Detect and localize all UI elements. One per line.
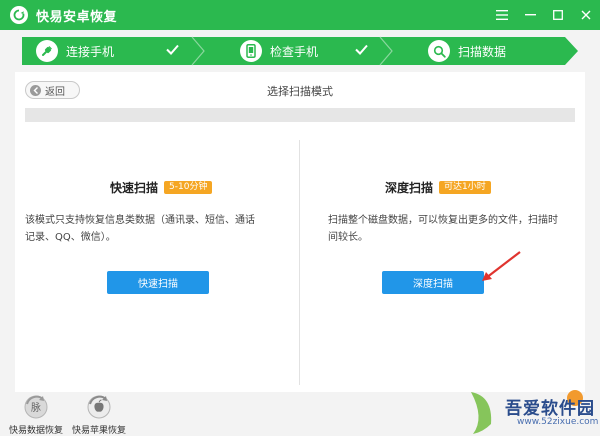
close-icon <box>581 10 591 20</box>
steps-bar: 连接手机 检查手机 扫描数据 <box>0 30 600 72</box>
deep-scan-desc-line: 间较长。 <box>328 232 368 243</box>
minimize-icon <box>524 14 536 16</box>
usb-plug-icon <box>36 40 58 62</box>
close-button[interactable] <box>572 0 600 30</box>
apple-recovery-label: 快易苹果恢复 <box>71 426 126 436</box>
deep-scan-header: 深度扫描 可达1小时 <box>385 179 491 196</box>
step-scan-data: 扫描数据 <box>428 37 506 65</box>
step-check-phone: 检查手机 <box>240 37 318 65</box>
android-recovery-icon: 脉 <box>24 395 48 419</box>
maximize-button[interactable] <box>544 0 572 30</box>
watermark-brand: 吾爱软件园 <box>505 399 595 419</box>
deep-scan-title: 深度扫描 <box>385 181 434 195</box>
android-icon-glyph: 脉 <box>31 401 41 414</box>
window-controls <box>488 0 600 30</box>
step-connect: 连接手机 <box>36 37 114 65</box>
apple-recovery-icon <box>87 395 111 419</box>
minimize-button[interactable] <box>516 0 544 30</box>
android-recovery-link[interactable]: 脉 快易数据恢复 <box>0 394 72 436</box>
deep-scan-desc-line: 扫描整个磁盘数据，可以恢复出更多的文件，扫描时 <box>328 215 558 226</box>
quick-scan-desc-line: 记录、QQ、微信）。 <box>25 232 116 243</box>
deep-scan-button[interactable]: 深度扫描 <box>382 271 484 294</box>
quick-scan-description: 该模式只支持恢复信息类数据（通讯录、短信、通话 记录、QQ、微信）。 <box>25 212 255 246</box>
watermark: 吾爱软件园 www.52zixue.com <box>463 388 600 436</box>
scan-mode-panel: 返回 选择扫描模式 快速扫描 5-10分钟 该模式只支持恢复信息类数据（通讯录、… <box>15 72 585 392</box>
header-divider-band <box>25 108 575 122</box>
apple-recovery-link[interactable]: 快易苹果恢复 <box>63 394 135 436</box>
watermark-url: www.52zixue.com <box>517 417 599 427</box>
quick-scan-duration-badge: 5-10分钟 <box>164 181 213 194</box>
quick-scan-header: 快速扫描 5-10分钟 <box>110 179 213 196</box>
title-bar: 快易安卓恢复 <box>0 0 600 30</box>
quick-scan-title: 快速扫描 <box>110 181 159 195</box>
checkmark-icon <box>166 44 179 55</box>
annotation-arrow-icon <box>482 251 521 281</box>
window-title: 快易安卓恢复 <box>36 9 118 25</box>
page-title: 选择扫描模式 <box>267 85 333 98</box>
quick-scan-desc-line: 该模式只支持恢复信息类数据（通讯录、短信、通话 <box>25 215 255 226</box>
checkmark-icon <box>355 44 368 55</box>
android-recovery-label: 快易数据恢复 <box>8 426 63 436</box>
menu-button[interactable] <box>488 0 516 30</box>
maximize-icon <box>553 10 563 20</box>
step-label: 检查手机 <box>270 44 319 59</box>
menu-icon <box>496 10 508 20</box>
step-label: 连接手机 <box>66 44 115 59</box>
phone-icon <box>240 40 262 62</box>
vertical-divider <box>299 140 300 385</box>
search-icon <box>428 40 450 62</box>
app-logo-icon <box>10 6 28 24</box>
deep-scan-duration-badge: 可达1小时 <box>439 181 491 194</box>
quick-scan-button[interactable]: 快速扫描 <box>107 271 209 294</box>
deep-scan-description: 扫描整个磁盘数据，可以恢复出更多的文件，扫描时 间较长。 <box>328 212 558 246</box>
step-label: 扫描数据 <box>458 44 507 59</box>
